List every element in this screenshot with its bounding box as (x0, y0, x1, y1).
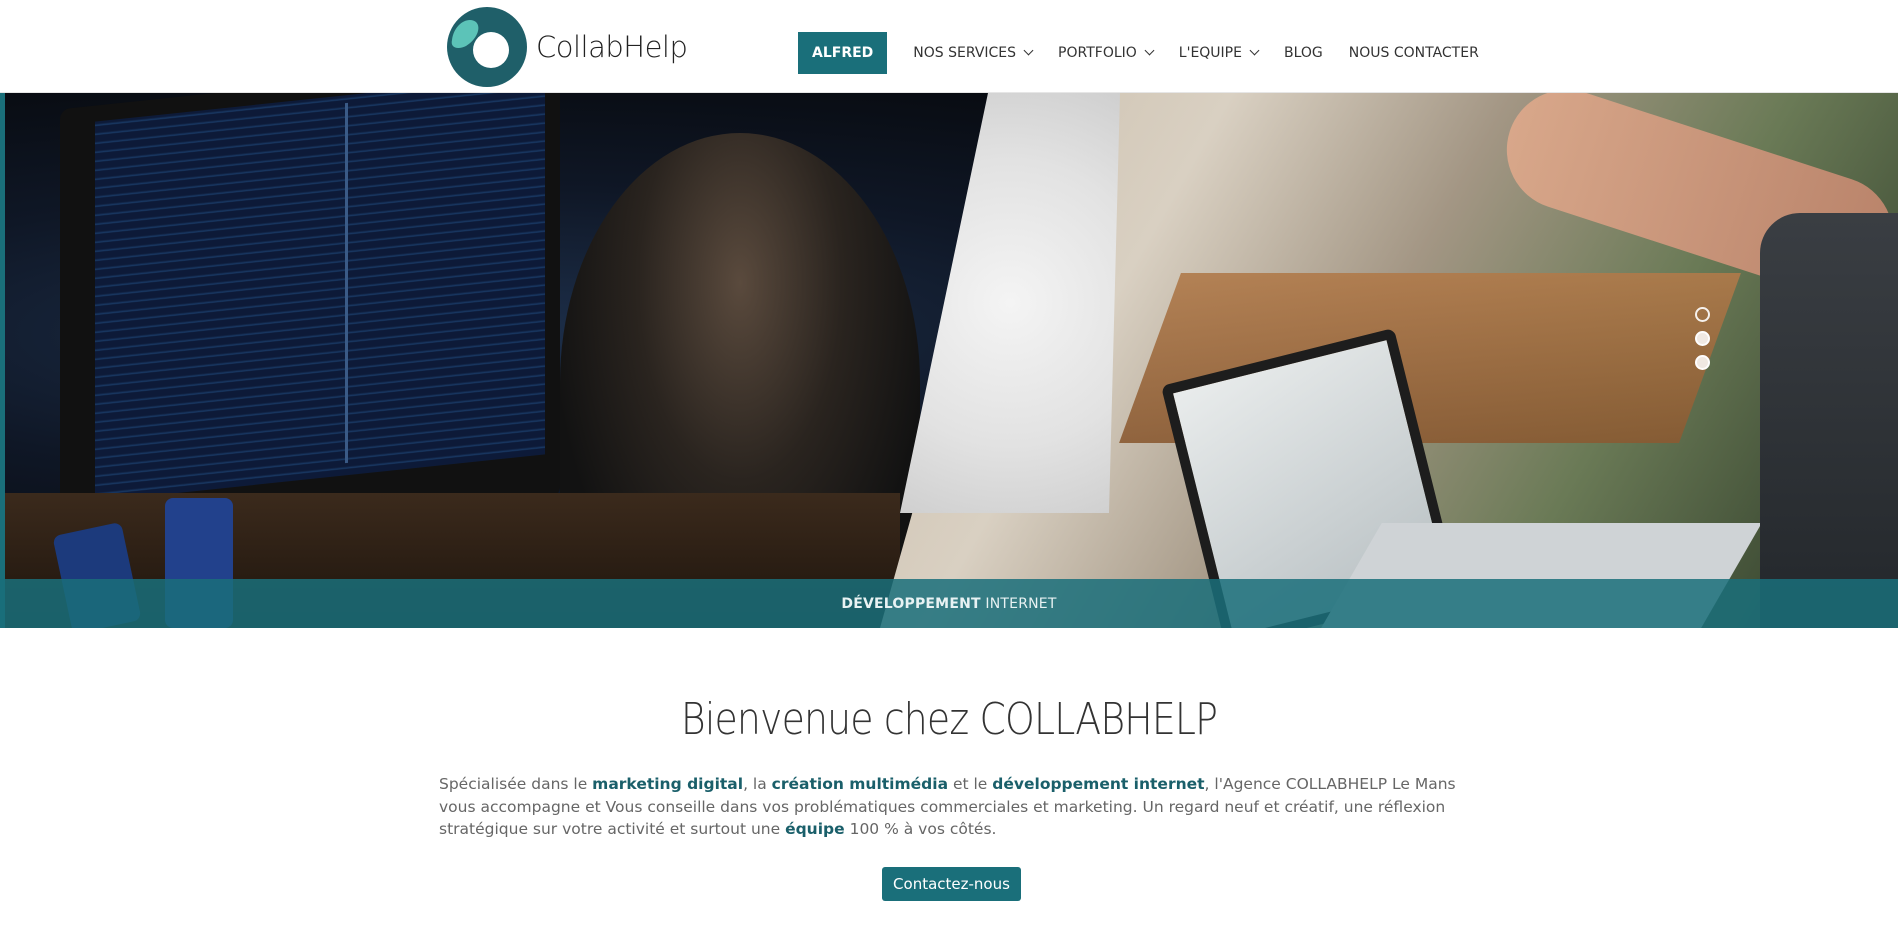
nav-item-label: NOS SERVICES (913, 45, 1017, 61)
slider-dot-3[interactable] (1695, 355, 1710, 370)
nav-item-label: PORTFOLIO (1058, 45, 1137, 61)
code-screen-image (95, 93, 545, 502)
chevron-down-icon (1249, 45, 1260, 56)
slider-dots (1695, 307, 1710, 370)
slide-caption-bar: DÉVELOPPEMENT INTERNET (0, 579, 1898, 628)
slider-dot-1[interactable] (1695, 307, 1710, 322)
logo-text: CollabHelp (536, 30, 688, 64)
intro-highlight: équipe (785, 820, 845, 838)
chevron-down-icon (1144, 45, 1155, 56)
site-header: CollabHelp ALFRED NOS SERVICES PORTFOLIO… (0, 0, 1898, 93)
nav-item-label: L'EQUIPE (1178, 45, 1242, 61)
page-title: Bienvenue chez COLLABHELP (680, 694, 1218, 745)
slider-dot-2[interactable] (1695, 331, 1710, 346)
screen-divider (345, 102, 348, 464)
logo-mark-icon (447, 7, 527, 87)
slide-caption-rest: INTERNET (980, 595, 1057, 612)
intro-text: et le (948, 775, 993, 793)
chevron-down-icon (1023, 45, 1034, 56)
person-image (1760, 213, 1898, 628)
hero-slider: DÉVELOPPEMENT INTERNET (0, 93, 1898, 628)
nav-item-label: ALFRED (812, 45, 874, 61)
nav-item-alfred[interactable]: ALFRED (798, 32, 888, 74)
main-nav: ALFRED NOS SERVICES PORTFOLIO L'EQUIPE B… (798, 32, 1505, 74)
logo[interactable]: CollabHelp (444, 6, 688, 88)
intro-highlight: développement internet (992, 775, 1205, 793)
intro-highlight: création multimédia (771, 775, 949, 793)
contact-button[interactable]: Contactez-nous (882, 867, 1021, 901)
intro-text: Spécialisée dans le (439, 775, 593, 793)
slide-caption: DÉVELOPPEMENT INTERNET (841, 596, 1056, 612)
hero-accent-bar (0, 93, 5, 628)
nav-item-portfolio[interactable]: PORTFOLIO (1058, 32, 1155, 74)
slide-caption-bold: DÉVELOPPEMENT (841, 595, 981, 612)
nav-item-equipe[interactable]: L'EQUIPE (1178, 32, 1260, 74)
nav-item-blog[interactable]: BLOG (1284, 32, 1323, 74)
intro-highlight: marketing digital (592, 775, 744, 793)
nav-item-nous-contacter[interactable]: NOUS CONTACTER (1349, 32, 1479, 74)
nav-item-label: BLOG (1283, 45, 1323, 61)
nav-item-label: NOUS CONTACTER (1348, 45, 1479, 61)
intro-text: , la (743, 775, 772, 793)
nav-item-nos-services[interactable]: NOS SERVICES (913, 32, 1034, 74)
intro-text: 100 % à vos côtés. (844, 820, 997, 838)
intro-paragraph: Spécialisée dans le marketing digital, l… (439, 773, 1464, 841)
